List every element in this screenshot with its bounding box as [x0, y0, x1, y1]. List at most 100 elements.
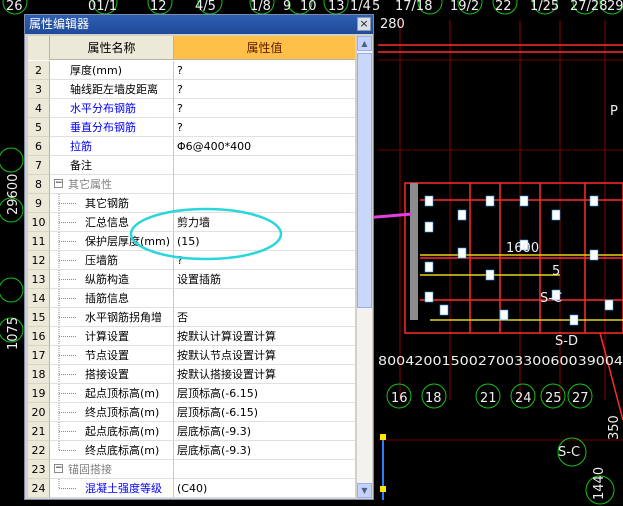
row-number: 21 — [28, 422, 50, 441]
cad-left-label: 1075 — [6, 317, 21, 350]
property-value-cell[interactable]: (C40) — [174, 479, 355, 498]
table-row[interactable]: 23− 锚固搭接 — [28, 460, 355, 479]
property-value-cell[interactable]: ? — [174, 61, 355, 80]
property-name-cell: − 锚固搭接 — [50, 460, 174, 479]
property-value-cell[interactable] — [174, 194, 355, 213]
vertical-scrollbar[interactable]: ▲ ▼ — [357, 36, 372, 498]
property-name-cell: 其它钢筋 — [50, 194, 174, 213]
row-number: 14 — [28, 289, 50, 308]
table-row[interactable]: 18 搭接设置 按默认搭接设置计算 — [28, 365, 355, 384]
property-name-label: 拉筋 — [70, 140, 92, 153]
table-row[interactable]: 16 计算设置 按默认计算设置计算 — [28, 327, 355, 346]
row-number: 24 — [28, 479, 50, 498]
property-value-cell[interactable]: 层顶标高(-6.15) — [174, 403, 355, 422]
property-value-cell[interactable]: 层底标高(-9.3) — [174, 441, 355, 460]
property-value-cell[interactable]: (15) — [174, 232, 355, 251]
table-row[interactable]: 14 插筋信息 — [28, 289, 355, 308]
property-name-label: 终点顶标高(m) — [85, 406, 160, 419]
cad-left-label: 29600 — [6, 174, 21, 215]
table-row[interactable]: 17 节点设置 按默认节点设置计算 — [28, 346, 355, 365]
table-row[interactable]: 11 保护层厚度(mm) (15) — [28, 232, 355, 251]
cad-top-label: 12 — [150, 0, 167, 14]
row-number: 20 — [28, 403, 50, 422]
table-row[interactable]: 5 垂直分布钢筋? — [28, 118, 355, 137]
scrollbar-thumb[interactable] — [357, 53, 372, 308]
table-row[interactable]: 10 汇总信息 剪力墙 — [28, 213, 355, 232]
property-value-cell[interactable]: 否 — [174, 308, 355, 327]
property-value-cell[interactable]: 按默认计算设置计算 — [174, 327, 355, 346]
tree-connector-icon — [58, 251, 76, 269]
row-number: 11 — [28, 232, 50, 251]
property-name-label: 垂直分布钢筋 — [70, 121, 136, 134]
row-number: 7 — [28, 156, 50, 175]
table-row[interactable]: 19 起点顶标高(m) 层顶标高(-6.15) — [28, 384, 355, 403]
row-number: 18 — [28, 365, 50, 384]
table-row[interactable]: 12 压墙筋? — [28, 251, 355, 270]
property-name-cell: 混凝土强度等级 — [50, 479, 174, 498]
header-property-name[interactable]: 属性名称 — [50, 36, 174, 60]
property-value-cell[interactable] — [174, 460, 355, 479]
table-row[interactable]: 21 起点底标高(m) 层底标高(-9.3) — [28, 422, 355, 441]
table-row[interactable]: 3 轴线距左墙皮距离? — [28, 80, 355, 99]
cad-label: P — [610, 104, 618, 119]
property-name-label: 轴线距左墙皮距离 — [70, 83, 158, 96]
property-value-cell[interactable]: 按默认搭接设置计算 — [174, 365, 355, 384]
table-row[interactable]: 13 纵筋构造 设置插筋 — [28, 270, 355, 289]
window-title: 属性编辑器 — [25, 15, 373, 34]
property-value-cell[interactable]: 层底标高(-9.3) — [174, 422, 355, 441]
cad-label: 27 — [572, 391, 589, 406]
property-name-cell: 压墙筋 — [50, 251, 174, 270]
property-value-cell[interactable]: ? — [174, 80, 355, 99]
property-value-cell[interactable]: ? — [174, 118, 355, 137]
property-name-cell: 备注 — [50, 156, 174, 175]
property-name-cell: 起点顶标高(m) — [50, 384, 174, 403]
row-number: 23 — [28, 460, 50, 479]
header-property-value[interactable]: 属性值 — [174, 36, 355, 60]
property-value-cell[interactable] — [174, 175, 355, 194]
property-name-cell: 终点底标高(m) — [50, 441, 174, 460]
property-name-label: 节点设置 — [85, 349, 129, 362]
table-row[interactable]: 22 终点底标高(m) 层底标高(-9.3) — [28, 441, 355, 460]
property-value-cell[interactable] — [174, 289, 355, 308]
property-value-cell[interactable]: 设置插筋 — [174, 270, 355, 289]
tree-connector-icon — [58, 346, 76, 364]
scroll-up-icon[interactable]: ▲ — [357, 36, 372, 51]
property-value-cell[interactable]: Φ6@400*400 — [174, 137, 355, 156]
table-row[interactable]: 7 备注 — [28, 156, 355, 175]
property-name-label: 纵筋构造 — [85, 273, 129, 286]
row-number: 17 — [28, 346, 50, 365]
cad-label: 5 — [552, 264, 560, 279]
row-number: 2 — [28, 61, 50, 80]
table-row[interactable]: 9 其它钢筋 — [28, 194, 355, 213]
property-value-cell[interactable]: 剪力墙 — [174, 213, 355, 232]
tree-connector-icon — [58, 422, 76, 440]
property-name-cell: 插筋信息 — [50, 289, 174, 308]
collapse-icon[interactable]: − — [54, 179, 63, 188]
row-number: 16 — [28, 327, 50, 346]
property-value-cell[interactable]: 按默认节点设置计算 — [174, 346, 355, 365]
property-name-cell: 轴线距左墙皮距离 — [50, 80, 174, 99]
table-row[interactable]: 15 水平钢筋拐角增否 — [28, 308, 355, 327]
table-row[interactable]: 2 厚度(mm)? — [28, 61, 355, 80]
property-name-cell: 厚度(mm) — [50, 61, 174, 80]
table-row[interactable]: 24 混凝土强度等级 (C40) — [28, 479, 355, 498]
property-editor-window: 属性编辑器 × 属性名称 属性值 2 厚度(mm)? 3 轴线距左墙皮距离? 4 水平分布… — [24, 14, 374, 500]
property-value-cell[interactable]: ? — [174, 251, 355, 270]
cad-label: S-D — [555, 334, 578, 349]
collapse-icon[interactable]: − — [54, 464, 63, 473]
tree-connector-icon — [58, 213, 76, 231]
property-name-cell: 计算设置 — [50, 327, 174, 346]
table-row[interactable]: 6 拉筋 Φ6@400*400 — [28, 137, 355, 156]
tree-connector-icon — [58, 327, 76, 345]
table-row[interactable]: 4 水平分布钢筋? — [28, 99, 355, 118]
property-value-cell[interactable] — [174, 156, 355, 175]
scroll-down-icon[interactable]: ▼ — [357, 483, 372, 498]
table-row[interactable]: 20 终点顶标高(m) 层顶标高(-6.15) — [28, 403, 355, 422]
table-row[interactable]: 8− 其它属性 — [28, 175, 355, 194]
cad-top-label: 9 — [283, 0, 291, 14]
property-value-cell[interactable]: 层顶标高(-6.15) — [174, 384, 355, 403]
property-value-cell[interactable]: ? — [174, 99, 355, 118]
property-name-label: 厚度(mm) — [70, 64, 123, 77]
close-button[interactable]: × — [357, 17, 371, 31]
cad-top-label: 19/2 — [450, 0, 479, 14]
